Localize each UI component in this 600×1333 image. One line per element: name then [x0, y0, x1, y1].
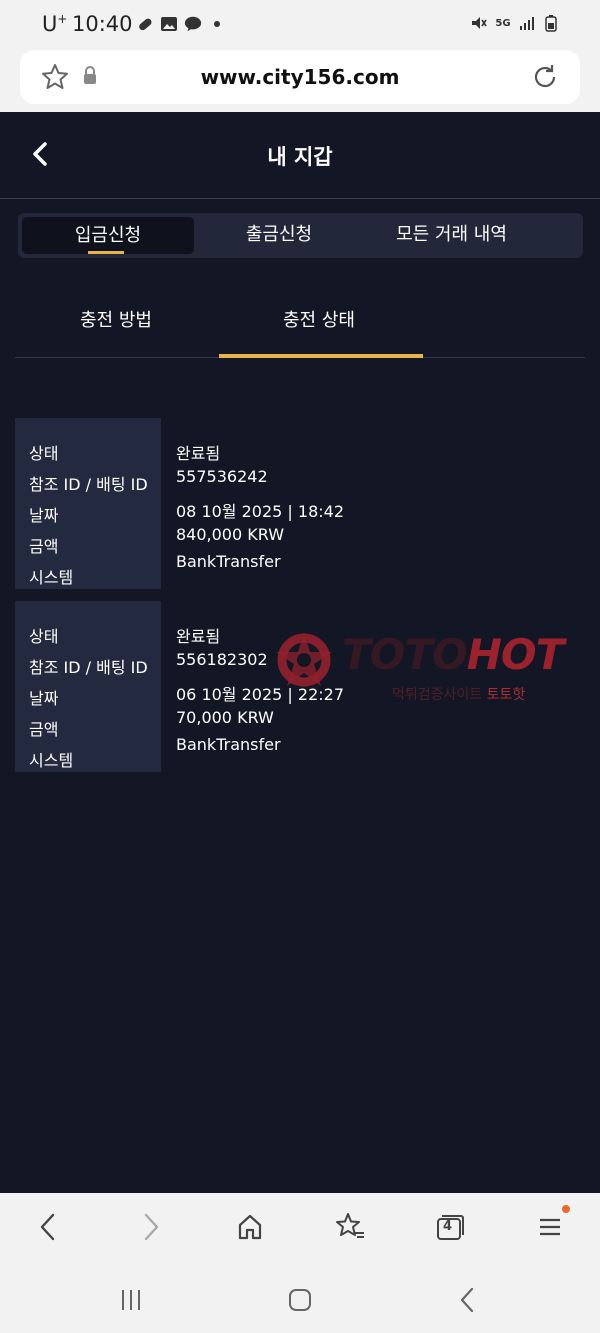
recent-apps-icon[interactable] — [116, 1285, 146, 1315]
system-value: BankTransfer — [176, 552, 281, 571]
reference-id-label: 참조 ID / 배팅 ID — [29, 658, 148, 677]
reference-id-label: 참조 ID / 배팅 ID — [29, 475, 148, 494]
url-text[interactable]: www.city156.com — [20, 65, 580, 89]
system-value: BankTransfer — [176, 735, 281, 754]
amount-value: 840,000 KRW — [176, 525, 285, 544]
amount-label: 금액 — [29, 720, 59, 739]
system-back-icon[interactable] — [453, 1285, 483, 1315]
signal-icon — [518, 14, 536, 32]
amount-value: 70,000 KRW — [176, 708, 274, 727]
active-subtab-indicator — [219, 354, 423, 358]
tabs-icon[interactable]: 4 — [432, 1209, 468, 1245]
status-label: 상태 — [29, 627, 59, 646]
system-label: 시스템 — [29, 568, 74, 587]
tab-withdraw[interactable]: 출금신청 — [204, 213, 354, 258]
page-title: 내 지갑 — [267, 145, 333, 169]
browser-toolbar: www.city156.com — [0, 50, 600, 112]
status-label: 상태 — [29, 444, 59, 463]
amount-label: 금액 — [29, 537, 59, 556]
battery-icon — [542, 14, 560, 32]
watermark-logo: TOTOHOT 먹튀검증사이트 토토핫 — [272, 628, 592, 708]
tab-all-transactions[interactable]: 모든 거래 내역 — [364, 213, 539, 258]
subtab-charge-method[interactable]: 충전 방법 — [80, 306, 152, 332]
network-icon: 5G — [495, 17, 511, 29]
system-label: 시스템 — [29, 751, 74, 770]
image-icon — [160, 15, 178, 33]
browser-forward-icon[interactable] — [133, 1209, 169, 1245]
notification-dot — [562, 1205, 570, 1213]
reload-icon[interactable] — [530, 62, 560, 96]
reference-id-value: 557536242 — [176, 467, 268, 486]
date-label: 날짜 — [29, 506, 59, 525]
tab-count: 4 — [443, 1219, 453, 1234]
watermark-emblem-icon — [276, 632, 332, 687]
dot-icon — [208, 15, 226, 33]
reference-id-value: 556182302 — [176, 650, 268, 669]
menu-icon[interactable] — [532, 1205, 570, 1245]
watermark-subtext: 먹튀검증사이트 토토핫 — [392, 687, 526, 703]
browser-back-icon[interactable] — [30, 1209, 66, 1245]
app-header: 내 지갑 — [0, 112, 600, 199]
mute-icon — [470, 14, 488, 32]
system-nav-bar — [0, 1263, 600, 1333]
record-label-panel: 상태 참조 ID / 배팅 ID 날짜 금액 시스템 — [15, 601, 161, 772]
tab-deposit[interactable]: 입금신청 — [22, 217, 194, 254]
home-icon[interactable] — [232, 1209, 268, 1245]
talk-icon — [184, 15, 202, 33]
date-label: 날짜 — [29, 689, 59, 708]
active-tab-indicator — [88, 251, 124, 254]
record-label-panel: 상태 참조 ID / 배팅 ID 날짜 금액 시스템 — [15, 418, 161, 589]
subtab-charge-status[interactable]: 충전 상태 — [283, 306, 355, 332]
home-button-icon[interactable] — [285, 1285, 315, 1315]
status-value: 완료됨 — [176, 444, 221, 463]
address-bar[interactable]: www.city156.com — [20, 50, 580, 104]
browser-bottom-bar: 4 — [0, 1193, 600, 1263]
bookmarks-icon[interactable] — [332, 1209, 368, 1245]
date-value: 08 10월 2025 | 18:42 — [176, 502, 345, 521]
clock: 10:40 — [72, 12, 133, 36]
pill-icon — [136, 15, 154, 33]
status-value: 완료됨 — [176, 627, 221, 646]
status-bar: U+ 10:40 5G — [0, 0, 600, 50]
watermark-text: TOTOHOT — [342, 630, 564, 679]
carrier-label: U+ — [42, 12, 68, 36]
